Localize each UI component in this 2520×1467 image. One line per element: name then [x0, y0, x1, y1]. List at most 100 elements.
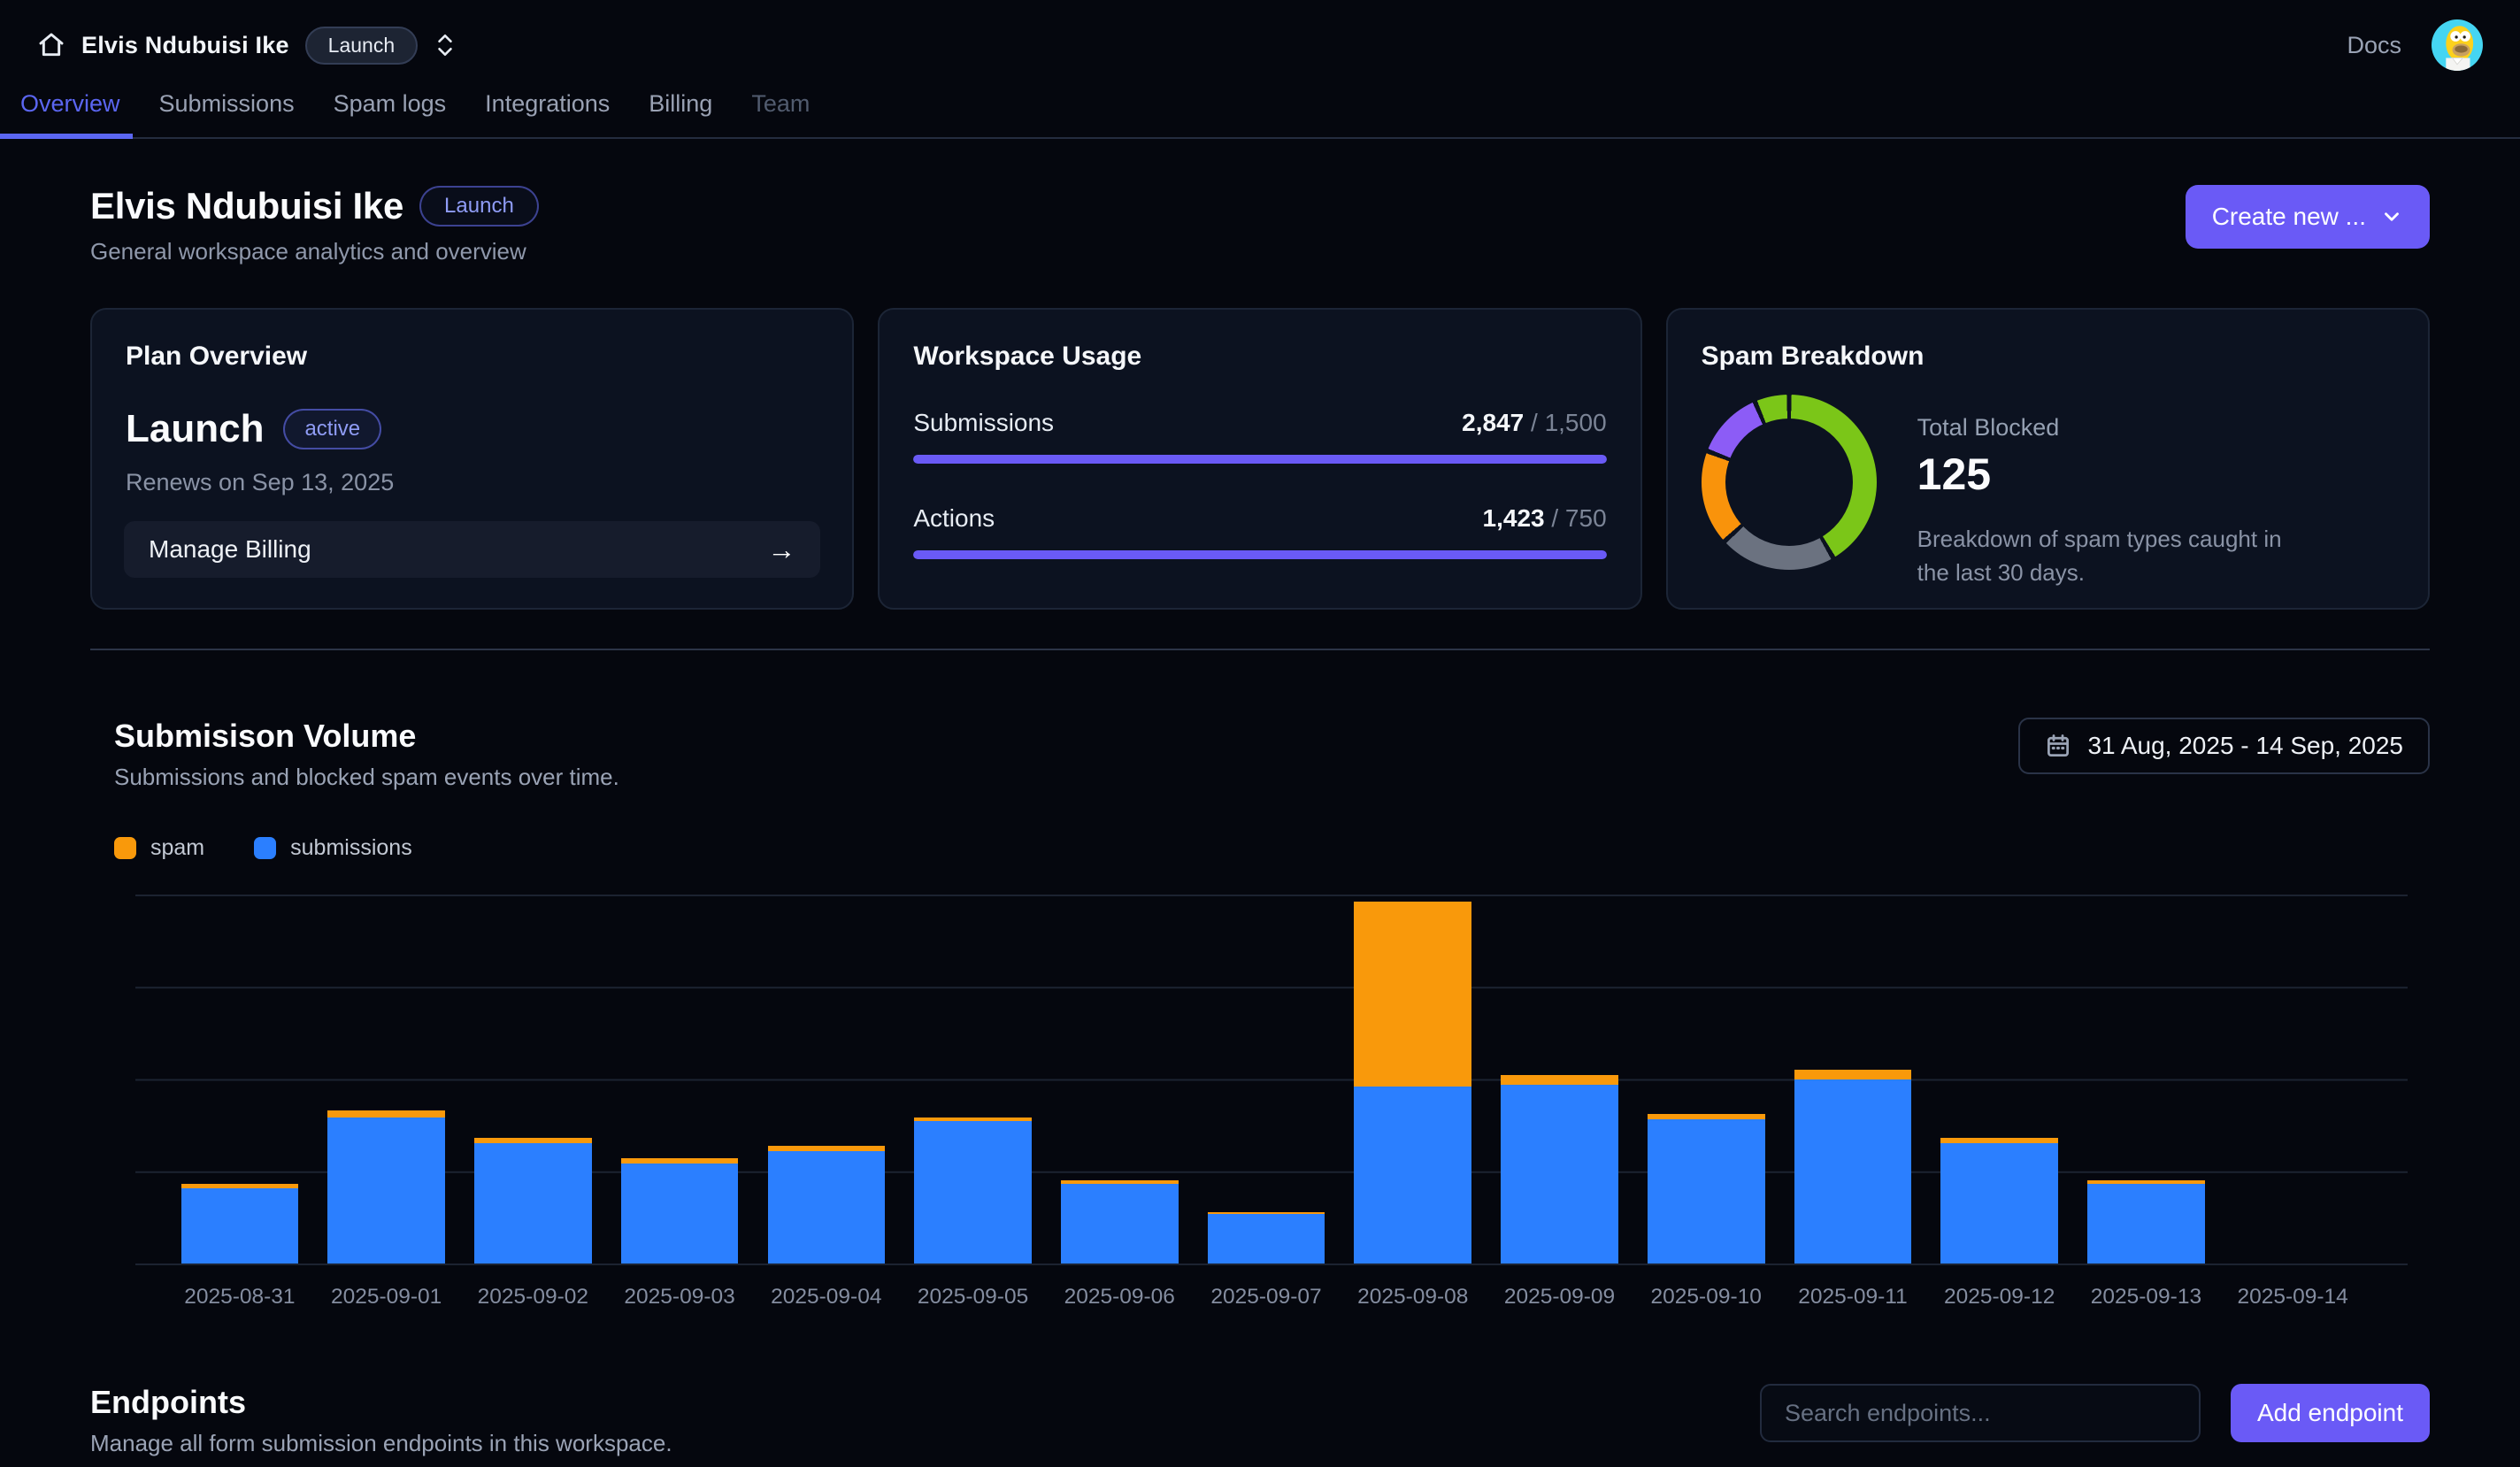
spam-card-title: Spam Breakdown: [1702, 342, 2394, 372]
progress-fill: [913, 455, 1606, 464]
x-tick-label: 2025-09-02: [459, 1285, 606, 1310]
tab-billing[interactable]: Billing: [649, 90, 712, 137]
submissions-segment: [1208, 1214, 1325, 1263]
add-endpoint-button[interactable]: Add endpoint: [2231, 1384, 2430, 1442]
total-blocked-label: Total Blocked: [1917, 414, 2307, 442]
progress-track: [913, 455, 1606, 464]
legend-item-spam: spam: [114, 835, 204, 861]
top-bar: Elvis Ndubuisi Ike Launch Docs: [0, 0, 2520, 90]
progress-fill: [913, 550, 1606, 559]
tab-submissions[interactable]: Submissions: [159, 90, 295, 137]
workspace-name: Elvis Ndubuisi Ike: [81, 32, 289, 59]
page-title: Elvis Ndubuisi Ike: [90, 185, 403, 227]
bar-2025-09-14: [2219, 895, 2366, 1263]
search-endpoints-input[interactable]: [1760, 1384, 2201, 1442]
chevron-down-icon: [2380, 205, 2403, 228]
x-tick-label: 2025-09-14: [2219, 1285, 2366, 1310]
submissions-segment: [1061, 1184, 1179, 1263]
renewal-date: Renews on Sep 13, 2025: [126, 469, 818, 496]
avatar-image: [2432, 19, 2483, 71]
endpoints-title: Endpoints: [90, 1384, 672, 1421]
bar-2025-09-05: [900, 895, 1047, 1263]
workspace-usage-card: Workspace Usage Submissions 2,847 / 1,50…: [878, 308, 1641, 610]
bar-2025-09-02: [459, 895, 606, 1263]
submissions-segment: [1794, 1079, 1912, 1264]
x-tick-label: 2025-09-05: [900, 1285, 1047, 1310]
bar-2025-08-31: [166, 895, 313, 1263]
spam-segment: [327, 1110, 445, 1118]
submissions-segment: [1648, 1119, 1765, 1263]
bar-chart-bars: [135, 895, 2408, 1263]
endpoints-section: Endpoints Manage all form submission end…: [90, 1384, 2430, 1457]
submissions-segment: [768, 1151, 886, 1263]
tab-spam-logs[interactable]: Spam logs: [334, 90, 447, 137]
date-range-picker[interactable]: 31 Aug, 2025 - 14 Sep, 2025: [2018, 718, 2430, 774]
usage-used: 1,423: [1483, 504, 1545, 532]
submissions-swatch-icon: [254, 837, 276, 859]
bar-2025-09-07: [1193, 895, 1340, 1263]
bar-2025-09-08: [1340, 895, 1487, 1263]
usage-quota: / 750: [1551, 504, 1606, 532]
x-tick-label: 2025-09-13: [2073, 1285, 2220, 1310]
workspace-switcher-icon[interactable]: [434, 32, 457, 58]
tab-team[interactable]: Team: [751, 90, 810, 137]
x-tick-label: 2025-09-03: [606, 1285, 753, 1310]
usage-row-submissions: Submissions 2,847 / 1,500: [913, 409, 1606, 464]
tab-overview[interactable]: Overview: [20, 90, 120, 137]
manage-billing-button[interactable]: Manage Billing →: [124, 521, 820, 578]
submissions-segment: [327, 1118, 445, 1263]
bar-2025-09-13: [2073, 895, 2220, 1263]
page-header: Elvis Ndubuisi Ike Launch General worksp…: [90, 185, 2430, 265]
bar-chart-plot: [135, 895, 2408, 1265]
bar-2025-09-04: [753, 895, 900, 1263]
usage-used: 2,847: [1462, 409, 1524, 436]
bar-2025-09-12: [1926, 895, 2073, 1263]
x-tick-label: 2025-09-11: [1779, 1285, 1926, 1310]
x-tick-label: 2025-09-08: [1340, 1285, 1487, 1310]
x-tick-label: 2025-09-12: [1926, 1285, 2073, 1310]
tab-integrations[interactable]: Integrations: [485, 90, 610, 137]
bar-2025-09-03: [606, 895, 753, 1263]
usage-quota: / 1,500: [1531, 409, 1607, 436]
arrow-right-icon: →: [767, 535, 795, 564]
spam-breakdown-card: Spam Breakdown Total Blocked 125 Breakdo…: [1666, 308, 2430, 610]
spam-description: Breakdown of spam types caught in the la…: [1917, 523, 2307, 589]
home-icon[interactable]: [37, 31, 65, 59]
volume-section-title: Submisison Volume: [114, 718, 619, 755]
bar-2025-09-11: [1779, 895, 1926, 1263]
x-tick-label: 2025-09-06: [1046, 1285, 1193, 1310]
x-axis-labels: 2025-08-312025-09-012025-09-022025-09-03…: [135, 1285, 2408, 1310]
calendar-icon: [2045, 733, 2071, 759]
submissions-segment: [2087, 1184, 2205, 1263]
bar-2025-09-06: [1046, 895, 1193, 1263]
plan-name: Launch: [126, 407, 264, 451]
submission-volume-section: Submisison Volume Submissions and blocke…: [90, 718, 2430, 1310]
x-tick-label: 2025-09-07: [1193, 1285, 1340, 1310]
main-nav: Overview Submissions Spam logs Integrati…: [0, 90, 2520, 139]
legend-label: spam: [150, 835, 204, 861]
submissions-segment: [914, 1121, 1032, 1263]
x-tick-label: 2025-09-09: [1487, 1285, 1633, 1310]
submissions-segment: [1354, 1087, 1471, 1263]
avatar[interactable]: [2432, 19, 2483, 71]
manage-billing-label: Manage Billing: [149, 535, 311, 564]
volume-section-subtitle: Submissions and blocked spam events over…: [114, 764, 619, 791]
section-divider: [90, 649, 2430, 650]
docs-link[interactable]: Docs: [2347, 32, 2401, 59]
plan-card-title: Plan Overview: [126, 342, 818, 372]
summary-cards: Plan Overview Launch active Renews on Se…: [90, 308, 2430, 610]
spam-segment: [1501, 1075, 1618, 1084]
create-new-button[interactable]: Create new ...: [2186, 185, 2430, 249]
page-subtitle: General workspace analytics and overview: [90, 238, 539, 265]
legend-item-submissions: submissions: [254, 835, 412, 861]
spam-swatch-icon: [114, 837, 136, 859]
main-content: Elvis Ndubuisi Ike Launch General worksp…: [0, 185, 2520, 1457]
spam-segment: [1794, 1070, 1912, 1079]
x-tick-label: 2025-08-31: [166, 1285, 313, 1310]
submissions-segment: [181, 1188, 299, 1263]
donut-hole: [1725, 419, 1853, 546]
usage-row-actions: Actions 1,423 / 750: [913, 504, 1606, 559]
x-tick-label: 2025-09-04: [753, 1285, 900, 1310]
submissions-segment: [1940, 1143, 2058, 1263]
date-range-text: 31 Aug, 2025 - 14 Sep, 2025: [2087, 732, 2403, 760]
